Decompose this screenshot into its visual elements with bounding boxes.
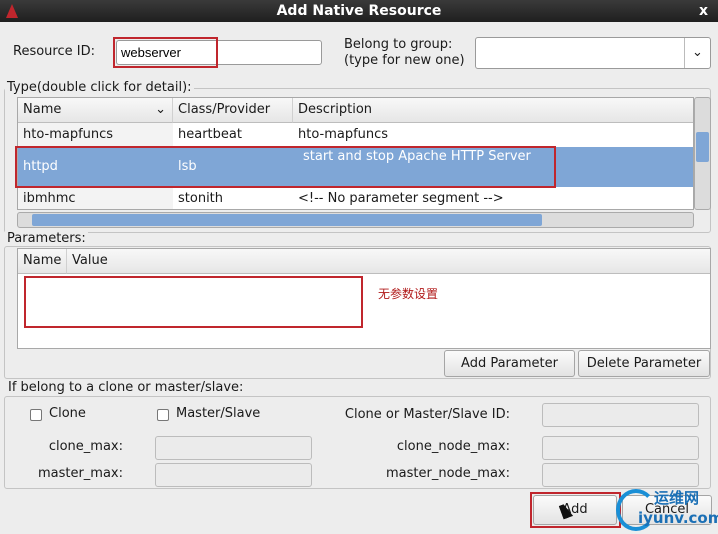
chevron-down-icon[interactable]: ⌄ [684,38,710,68]
highlight-box [24,276,363,328]
window-title: Add Native Resource [276,3,442,19]
clone-id-label: Clone or Master/Slave ID: [344,407,510,422]
watermark-text: 运维网 [654,489,700,507]
cell-name: ibmhmc [18,187,173,209]
highlight-box [113,37,218,68]
group-label-2: (type for new one) [344,53,465,68]
clone-max-label: clone_max: [48,439,123,454]
master-slave-checkbox[interactable] [157,409,169,421]
group-combobox[interactable]: ⌄ [475,37,711,69]
type-legend: Type(double click for detail): [5,80,194,95]
parameters-legend: Parameters: [5,231,88,246]
highlight-box [15,146,556,188]
master-max-label: master_max: [37,466,123,481]
master-node-max-input[interactable] [542,463,699,487]
watermark-text: iyunv.com [638,509,718,527]
column-header-class[interactable]: Class/Provider [173,98,293,123]
highlight-box [530,492,621,528]
clone-id-input[interactable] [542,403,699,427]
title-bar: Add Native Resource x [0,0,718,22]
clone-max-input[interactable] [155,436,312,460]
app-icon [6,4,18,18]
horizontal-scrollbar[interactable] [17,212,694,228]
table-row[interactable]: hto-mapfuncs heartbeat hto-mapfuncs [18,123,693,147]
table-row[interactable]: ibmhmc stonith <!-- No parameter segment… [18,187,693,209]
group-label-1: Belong to group: [344,37,453,52]
column-header-name[interactable]: Name [18,249,67,274]
clone-legend: If belong to a clone or master/slave: [6,380,246,395]
column-header-name[interactable]: Name ⌄ [18,98,173,123]
cell-description: <!-- No parameter segment --> [298,191,504,206]
clone-node-max-label: clone_node_max: [396,439,510,454]
column-header-value[interactable]: Value [67,249,710,274]
add-parameter-button[interactable]: Add Parameter [444,350,575,377]
clone-node-max-input[interactable] [542,436,699,460]
sort-chevron-icon: ⌄ [155,102,166,117]
watermark-logo: 运维网 iyunv.com [614,485,718,534]
clone-checkbox[interactable] [30,409,42,421]
cell-class: heartbeat [178,127,242,142]
cell-class: stonith [178,191,224,206]
vertical-scrollbar[interactable] [694,97,711,210]
clone-label: Clone [49,406,86,421]
column-header-description[interactable]: Description [293,98,693,123]
master-node-max-label: master_node_max: [386,466,510,481]
column-label: Name [23,102,62,117]
scroll-thumb[interactable] [32,214,542,226]
cell-description: hto-mapfuncs [298,127,389,142]
scroll-thumb[interactable] [696,132,709,162]
delete-parameter-button[interactable]: Delete Parameter [578,350,710,377]
master-slave-label: Master/Slave [176,406,261,421]
cell-name: hto-mapfuncs [18,123,173,147]
close-icon[interactable]: x [699,0,708,22]
resource-id-label: Resource ID: [13,44,95,59]
master-max-input[interactable] [155,463,312,487]
annotation-text: 无参数设置 [378,287,439,301]
